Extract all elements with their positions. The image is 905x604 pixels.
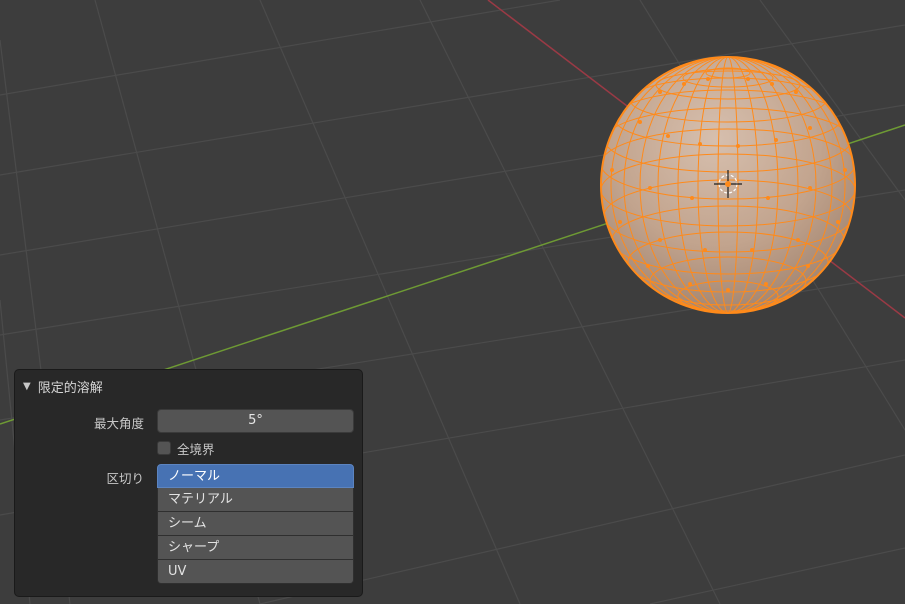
max-angle-field[interactable]: 5° (157, 409, 354, 433)
delimit-label: 区切り (106, 471, 144, 486)
delimit-options: ノーマル マテリアル シーム シャープ UV (157, 464, 354, 584)
delimit-option-material[interactable]: マテリアル (157, 488, 354, 512)
panel-title: 限定的溶解 (37, 380, 103, 396)
delimit-option-normal[interactable]: ノーマル (157, 464, 354, 488)
all-boundaries-toggle[interactable]: 全境界 (157, 439, 215, 457)
delimit-option-seam[interactable]: シーム (157, 512, 354, 536)
all-boundaries-checkbox[interactable] (157, 441, 171, 455)
all-boundaries-label: 全境界 (177, 441, 215, 457)
panel-header[interactable]: ▼ 限定的溶解 (23, 376, 103, 396)
operator-redo-panel: ▼ 限定的溶解 最大角度 5° 全境界 区切り ノーマル マテリアル シーム シ… (14, 369, 363, 597)
collapse-triangle-icon[interactable]: ▼ (23, 381, 31, 392)
delimit-option-sharp[interactable]: シャープ (157, 536, 354, 560)
delimit-option-uv[interactable]: UV (157, 560, 354, 584)
max-angle-label: 最大角度 (93, 416, 144, 431)
